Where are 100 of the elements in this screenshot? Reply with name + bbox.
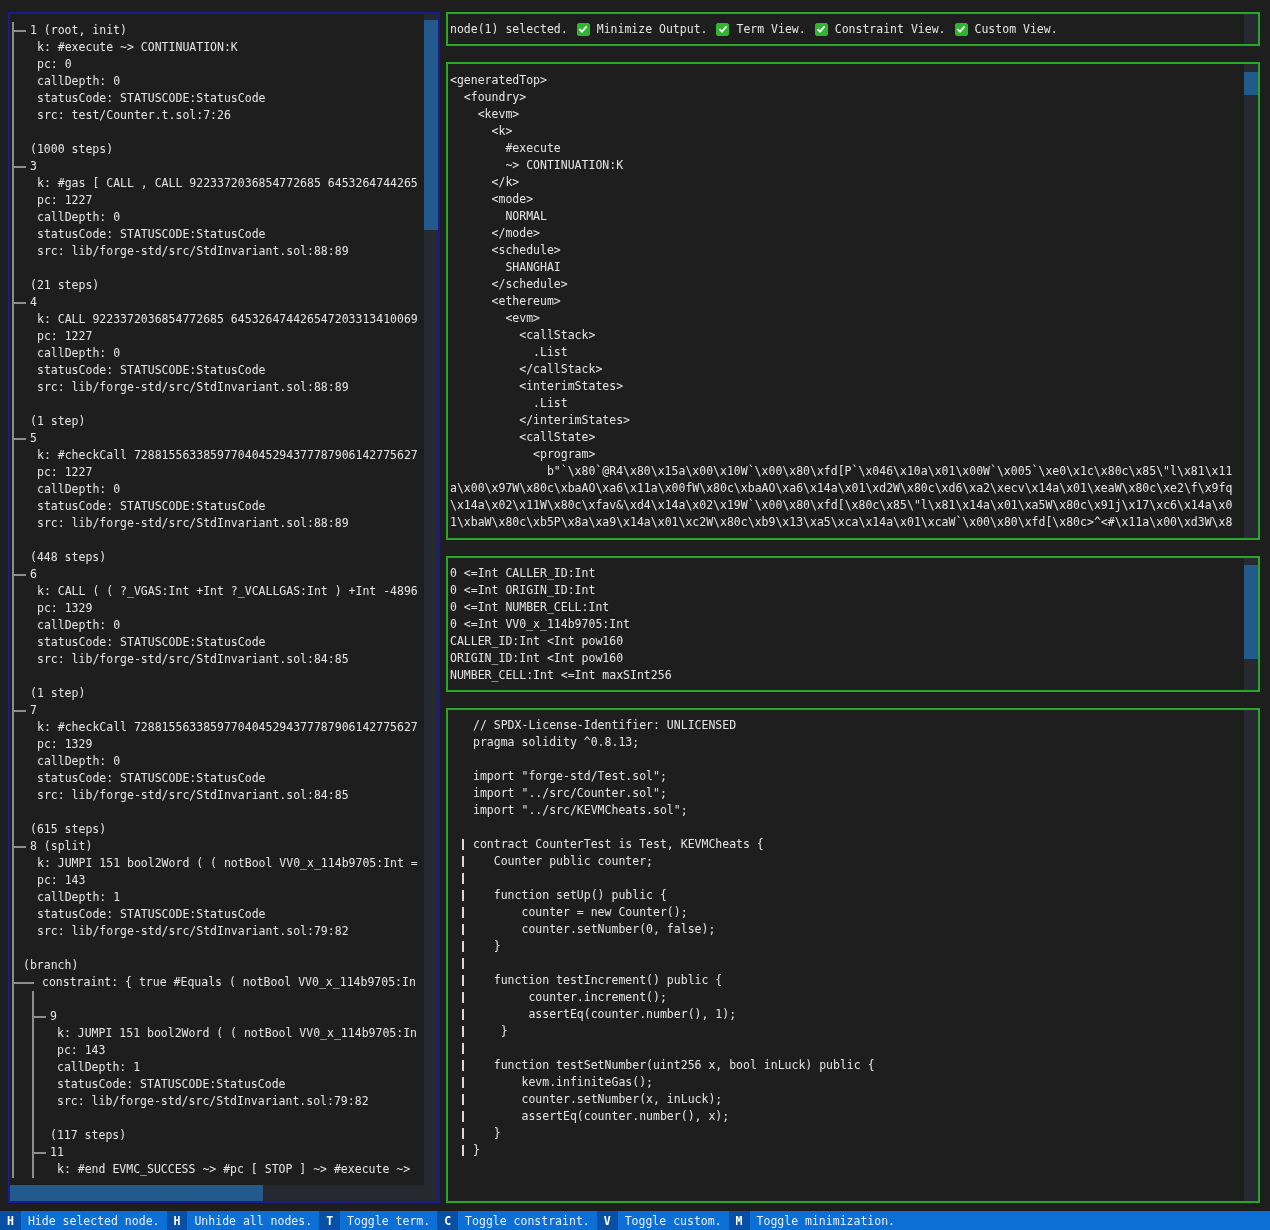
code-line: counter.setNumber(x, inLuck); <box>520 1091 723 1108</box>
node-detail: callDepth: 0 <box>37 754 121 768</box>
selection-status: node(1) selected. <box>450 22 568 36</box>
node-label[interactable]: 4 <box>30 294 37 311</box>
code-line: function testIncrement() public { <box>492 972 723 989</box>
code-line: assertEq(counter.number(), 1); <box>527 1006 737 1023</box>
term-line: <ethereum> <box>491 294 561 308</box>
code-line: counter = new Counter(); <box>520 904 688 921</box>
step-count: (21 steps) <box>30 278 100 292</box>
node-detail: src: lib/forge-std/src/StdInvariant.sol:79:82 <box>57 1094 369 1108</box>
term-line: </schedule> <box>491 277 568 291</box>
term-line: </k> <box>491 175 520 189</box>
term-line: NORMAL <box>505 209 547 223</box>
scrollbar-thumb[interactable] <box>1244 565 1258 659</box>
code-line: kevm.infiniteGas(); <box>520 1074 653 1091</box>
node-label[interactable]: 11 <box>50 1144 64 1161</box>
node-detail: statusCode: STATUSCODE:StatusCode <box>57 1077 286 1091</box>
node-detail: callDepth: 1 <box>57 1060 141 1074</box>
scrollbar-track[interactable] <box>1244 710 1258 1201</box>
term-line: <callStack> <box>519 328 596 342</box>
node-detail: pc: 1227 <box>37 465 93 479</box>
node-detail: k: #checkCall 72881556338597704045294377787906142775627 <box>37 720 418 734</box>
checkbox[interactable] <box>576 22 590 36</box>
term-line: <generatedTop> <box>450 73 547 87</box>
constraint-line: NUMBER_CELL:Int <=Int maxSInt256 <box>450 668 672 682</box>
node-detail: pc: 143 <box>37 873 86 887</box>
term-line: <kevm> <box>477 107 520 121</box>
node-label[interactable]: 3 <box>30 158 37 175</box>
node-detail: statusCode: STATUSCODE:StatusCode <box>37 635 266 649</box>
scrollbar-track[interactable] <box>424 14 438 1185</box>
checkbox[interactable] <box>716 22 730 36</box>
term-line: <callState> <box>519 430 596 444</box>
node-detail: src: lib/forge-std/src/StdInvariant.sol:84:85 <box>37 652 349 666</box>
scrollbar-thumb[interactable] <box>1244 72 1258 95</box>
code-line: } <box>492 938 501 955</box>
code-line: counter.increment(); <box>527 989 667 1006</box>
code-line: Counter public counter; <box>492 853 653 870</box>
scrollbar-thumb[interactable] <box>10 1185 263 1201</box>
term-line: </mode> <box>491 226 540 240</box>
term-line: <foundry> <box>463 90 527 104</box>
node-detail: callDepth: 0 <box>37 482 121 496</box>
node-detail: pc: 1227 <box>37 193 93 207</box>
scrollbar-track[interactable] <box>1244 64 1258 538</box>
node-detail: callDepth: 0 <box>37 74 121 88</box>
scrollbar-track[interactable] <box>10 1185 438 1201</box>
code-line: import "../src/KEVMCheats.sol"; <box>473 802 688 819</box>
scrollbar-thumb[interactable] <box>424 20 438 230</box>
node-detail: k: #checkCall 72881556338597704045294377787906142775627 <box>37 448 418 462</box>
scrollbar-track[interactable] <box>1244 558 1258 690</box>
term-line: b"`\x80`@R4\x80\x15a\x00\x10W`\x00\x80\xfd[P`\x046\x10a\x01\x00W`\x005`\xe0\x1c\x80c\x85\"l\x81\x11 <box>546 464 1233 478</box>
view-toggle[interactable]: Constraint View. <box>814 22 946 36</box>
term-line: </callStack> <box>519 362 603 376</box>
node-detail: k: #execute ~> CONTINUATION:K <box>37 40 238 54</box>
node-label[interactable]: 5 <box>30 430 37 447</box>
term-line: <k> <box>491 124 513 138</box>
node-detail: src: lib/forge-std/src/StdInvariant.sol:79:82 <box>37 924 349 938</box>
constraint-line: ORIGIN_ID:Int <Int pow160 <box>450 651 624 665</box>
node-detail: pc: 1329 <box>37 737 93 751</box>
term-line: </interimStates> <box>519 413 630 427</box>
term-line: <program> <box>533 447 596 461</box>
node-detail: pc: 0 <box>37 57 72 71</box>
scrollbar-track[interactable] <box>1244 14 1258 44</box>
term-line: a\x00\x97W\x80c\xbaAO\xa6\x11a\x00fW\x80c\xbaAO\xa6\x14a\x01\xd2W\x80c\xd6\xa2\xecv\x14a\x01\xeaW\x80c\xe2\f\x9fq <box>450 481 1233 495</box>
node-label[interactable]: 6 <box>30 566 37 583</box>
term-line: <interimStates> <box>519 379 624 393</box>
term-line: .List <box>533 396 568 410</box>
constraint-line: 0 <=Int ORIGIN_ID:Int <box>450 583 596 597</box>
checkbox[interactable] <box>954 22 968 36</box>
view-toggle[interactable]: Custom View. <box>954 22 1058 36</box>
node-label[interactable]: 7 <box>30 702 37 719</box>
node-label[interactable]: 1 (root, init) <box>30 22 127 39</box>
term-line: <schedule> <box>491 243 561 257</box>
view-toggle[interactable]: Minimize Output. <box>576 22 708 36</box>
term-line: #execute <box>505 141 561 155</box>
node-detail: k: JUMPI 151 bool2Word ( ( notBool VV0_x_114b9705:In <box>57 1026 418 1040</box>
node-detail: statusCode: STATUSCODE:StatusCode <box>37 91 266 105</box>
code-line: } <box>473 1142 480 1159</box>
checkbox[interactable] <box>814 22 828 36</box>
term-line: ~> CONTINUATION:K <box>505 158 624 172</box>
node-detail: callDepth: 0 <box>37 210 121 224</box>
term-line: 1\xbaW\x80c\xb5P\x8a\xa9\x14a\x01\xc2W\x80c\xb9\x13\xa5\xca\x14a\x01\xcaW`\x00\x80\xfd[\x80c>^<#\x11a\x00\xd3W\x8 <box>450 515 1233 529</box>
node-label[interactable]: 8 (split) <box>30 838 93 855</box>
node-detail: src: lib/forge-std/src/StdInvariant.sol:84:85 <box>37 788 349 802</box>
node-detail: statusCode: STATUSCODE:StatusCode <box>37 771 266 785</box>
constraint-line: 0 <=Int CALLER_ID:Int <box>450 566 596 580</box>
node-label[interactable]: 9 <box>50 1008 57 1025</box>
code-line: import "forge-std/Test.sol"; <box>473 768 667 785</box>
step-count: (117 steps) <box>50 1128 127 1142</box>
code-line: counter.setNumber(0, false); <box>520 921 716 938</box>
node-detail: src: lib/forge-std/src/StdInvariant.sol:88:89 <box>37 516 349 530</box>
step-count: (1 step) <box>30 414 86 428</box>
node-detail: statusCode: STATUSCODE:StatusCode <box>37 363 266 377</box>
step-count: (1000 steps) <box>30 142 114 156</box>
code-line: function setUp() public { <box>492 887 667 904</box>
node-detail: pc: 1227 <box>37 329 93 343</box>
code-line: // SPDX-License-Identifier: UNLICENSED <box>473 717 737 734</box>
constraint-line: 0 <=Int NUMBER_CELL:Int <box>450 600 610 614</box>
code-line: pragma solidity ^0.8.13; <box>473 734 640 751</box>
node-detail: k: #end EVMC_SUCCESS ~> #pc [ STOP ] ~> #execute ~> <box>57 1162 411 1176</box>
view-toggle[interactable]: Term View. <box>716 22 806 36</box>
